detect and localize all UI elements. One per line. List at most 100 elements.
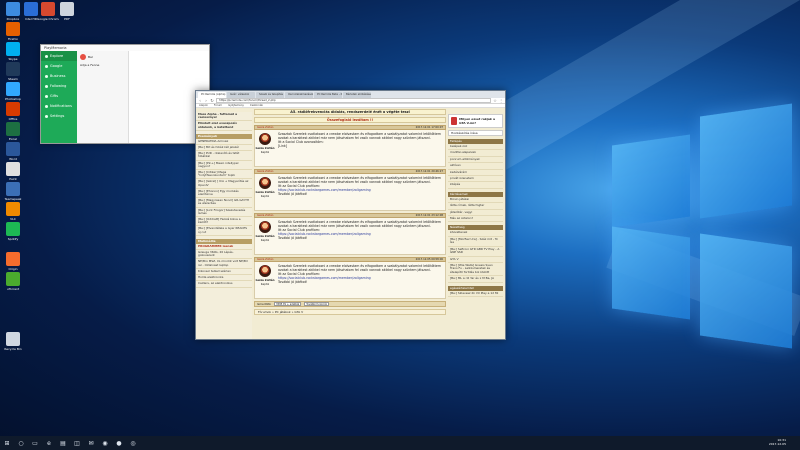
reply-button[interactable]: Hozzászólás írása xyxy=(448,130,503,136)
breadcrumb-item[interactable]: Fórumok xyxy=(258,310,271,314)
search-icon[interactable]: ○ xyxy=(14,436,28,450)
back-icon[interactable]: ‹ xyxy=(198,98,202,103)
select-1[interactable]: 3585 Ez + adatbál xyxy=(274,302,302,306)
sidebar-link[interactable]: kilépés xyxy=(448,182,503,189)
nav-gifts[interactable]: Gifts xyxy=(41,91,77,101)
topic-item[interactable]: Gzeuge 360G, 20 Lépés-gokovezent xyxy=(196,250,252,260)
nav-business[interactable]: Business xyxy=(41,71,77,81)
desktop-icon[interactable]: Excel xyxy=(2,122,24,141)
nav-explore[interactable]: Explore xyxy=(41,51,77,61)
desktop-icon[interactable]: Paint xyxy=(2,162,24,181)
topic-item[interactable]: [Be:] [Iekrel] ] ICA + Magyarítás az Ope… xyxy=(196,179,252,189)
forward-icon[interactable]: › xyxy=(204,98,208,103)
browser-window[interactable]: PC Remote (Alpha) 1.6.4Gvér: válaszokSza… xyxy=(195,90,506,340)
post-author[interactable]: Geiza Zoltán xyxy=(257,214,273,217)
list-item[interactable]: Bal xyxy=(80,54,125,60)
desktop-icon[interactable]: Firefox xyxy=(2,22,24,41)
steam-icon[interactable]: ◎ xyxy=(126,436,140,450)
topic-item[interactable]: [Be:] [Lick Firogor] Szezutevezés lamas xyxy=(196,208,252,218)
desktop-icon[interactable]: Teamspeak xyxy=(2,182,24,201)
topic-item[interactable]: Calders, az elektronikus xyxy=(196,281,252,288)
reload-icon[interactable]: ↻ xyxy=(210,98,214,103)
sidebar-link[interactable]: [Be:] [Wie Walls] Gnesis Sven Trans Fu -… xyxy=(448,263,503,277)
desktop-icon[interactable]: Steam xyxy=(2,62,24,81)
desktop-icon-label: Teamspeak xyxy=(4,197,22,201)
address-bar[interactable]: https://pcremote.com/forum/thread_2.php xyxy=(216,98,491,103)
news-item[interactable]: Elindult első evaszpozív oldalunk, a Gst… xyxy=(196,121,252,131)
desktop-icon[interactable]: VLC xyxy=(2,202,24,221)
desktop-icon[interactable]: Origin xyxy=(2,252,24,271)
desktop-icon[interactable]: uTorrent xyxy=(2,272,24,291)
topic-item[interactable]: [Be:] [Pin+] Mewo intellypel nagyon? xyxy=(196,161,252,171)
desktop-icon[interactable]: Spotify xyxy=(2,222,24,241)
breadcrumb-item[interactable]: PC játékok xyxy=(275,310,291,314)
star-icon[interactable]: ☆ xyxy=(493,98,497,103)
topic-item[interactable]: NE/Bro MSZ, XL mindnt volt NE/Brl rel - … xyxy=(196,259,252,269)
browser-tab[interactable]: Bérletek elintézése és xyxy=(343,92,371,98)
topic-item[interactable]: [Be:] [Citiker] Mega "Indytfasonkuntam" … xyxy=(196,170,252,180)
desktop-icon[interactable]: Skype xyxy=(2,42,24,61)
start-icon[interactable]: ⊞ xyxy=(0,436,14,450)
desktop-icon[interactable]: Photoshop xyxy=(2,82,24,101)
post-author[interactable]: Geiza Zoltán xyxy=(257,258,273,261)
post-body: Szasztok Szerelek csatlakozni a crewbe e… xyxy=(275,218,445,254)
post-author[interactable]: Geiza Zoltán xyxy=(257,126,273,129)
author-rank: Kaptol xyxy=(260,282,270,286)
app-icon xyxy=(6,222,20,236)
desktop-icon[interactable]: Recycle Bin xyxy=(2,332,24,351)
desktop-icon[interactable]: Word xyxy=(2,142,24,161)
notice-banner[interactable]: Összefoglaló lezáltam !! xyxy=(254,117,446,123)
sidebar-link[interactable]: [Be:] Sklavesz 2k VX Play a 12 Mi xyxy=(448,291,503,297)
browser-tab[interactable]: PC Remote Beta - Net xyxy=(314,92,342,98)
views-list: [Be:] [Morflez Ura] - Száz mit - fő Ga [B… xyxy=(448,237,503,283)
pc-remote-app-window[interactable]: PlayMemoria Explore Google Business Foll… xyxy=(40,44,210,144)
sidebar-link[interactable]: [Be:] [Morflez Ura] - Száz mit - fő Ga xyxy=(448,237,503,247)
bookmark[interactable]: Alapok xyxy=(199,104,208,107)
post-link[interactable]: [Link] xyxy=(278,144,442,149)
nav-notifications[interactable]: Notifications xyxy=(41,101,77,111)
topic-item[interactable]: [Be:] [Ehonnn] Egy modulés elemtérve xyxy=(196,189,252,199)
avatar[interactable] xyxy=(259,265,271,277)
breadcrumb-item[interactable]: GTA V xyxy=(294,310,303,314)
sidebar-link[interactable]: Más az oldalon? xyxy=(448,216,503,223)
nav-google[interactable]: Google xyxy=(41,61,77,71)
desktop-icon[interactable]: PDF xyxy=(56,2,78,21)
clock[interactable]: 10:31 2017.12.05 xyxy=(769,438,786,446)
avatar[interactable] xyxy=(259,177,271,189)
avatar[interactable] xyxy=(259,133,271,145)
topic-item[interactable]: [Be:] [Magyrasan Noncl] GR-GAYTH és élsz… xyxy=(196,198,252,208)
list-item[interactable]: Adja a Fenne xyxy=(80,63,125,67)
bookmark[interactable]: Fórum xyxy=(214,104,222,107)
avatar[interactable] xyxy=(259,221,271,233)
explorer-icon[interactable]: ▤ xyxy=(56,436,70,450)
task-view-icon[interactable]: ▭ xyxy=(28,436,42,450)
browser-tab[interactable]: Oszi Alakalmazások xyxy=(285,92,313,98)
edge-icon[interactable]: e xyxy=(42,436,56,450)
sidebar-link[interactable]: [Be:] ML a rill Yar és x M Ba, JA xyxy=(448,276,503,283)
chrome-icon[interactable]: ◉ xyxy=(98,436,112,450)
nav-icon xyxy=(45,54,48,58)
nav-settings[interactable]: Settings xyxy=(41,111,77,121)
bookmark[interactable]: Csatornák xyxy=(250,104,263,107)
nav-following[interactable]: Following xyxy=(41,81,77,91)
select-2[interactable]: További funkciók xyxy=(304,302,330,306)
sidebar-link[interactable]: [Be:] Sefironi GTR GBR TV Play - A GNP S… xyxy=(448,247,503,257)
menu-icon[interactable]: ⋮ xyxy=(499,98,503,103)
mail-icon[interactable]: ✉ xyxy=(84,436,98,450)
breadcrumb: Fórumok » PC játékok » GTA V xyxy=(254,309,446,315)
news-item[interactable]: Mass Alpha - fattamat a cselesznyel xyxy=(196,112,252,122)
store-icon[interactable]: ◫ xyxy=(70,436,84,450)
bookmark[interactable]: Gyűjtemény xyxy=(228,104,244,107)
post-author[interactable]: Geiza Zoltán xyxy=(257,170,273,173)
ad-box[interactable]: Milyen ezset rakjak a GTA V-ön? xyxy=(448,114,503,128)
topic-list: [Be:] Mit és hibák két jelszél [Be:] PUR … xyxy=(196,145,252,236)
topic-item[interactable]: [Be:] PUR - ntalanító és tsfét hibákkal xyxy=(196,151,252,161)
desktop-icon[interactable]: Office xyxy=(2,102,24,121)
firefox-icon[interactable]: ● xyxy=(112,436,126,450)
post-list: Geiza Zoltán 2017.12.01 17:00:07 Geiza Zol… xyxy=(254,125,446,299)
browser-tab[interactable]: Gvér: válaszok xyxy=(227,92,255,98)
app-icon xyxy=(6,332,20,346)
topic-item[interactable]: [Be:] [Oddrett] Fazolá bizva a kezdő? xyxy=(196,217,252,227)
topic-item[interactable]: [Be:] [Elvendétele a Gyer REACES új cut xyxy=(196,226,252,236)
browser-tab[interactable]: Szasik és telepítés hogy xyxy=(256,92,284,98)
